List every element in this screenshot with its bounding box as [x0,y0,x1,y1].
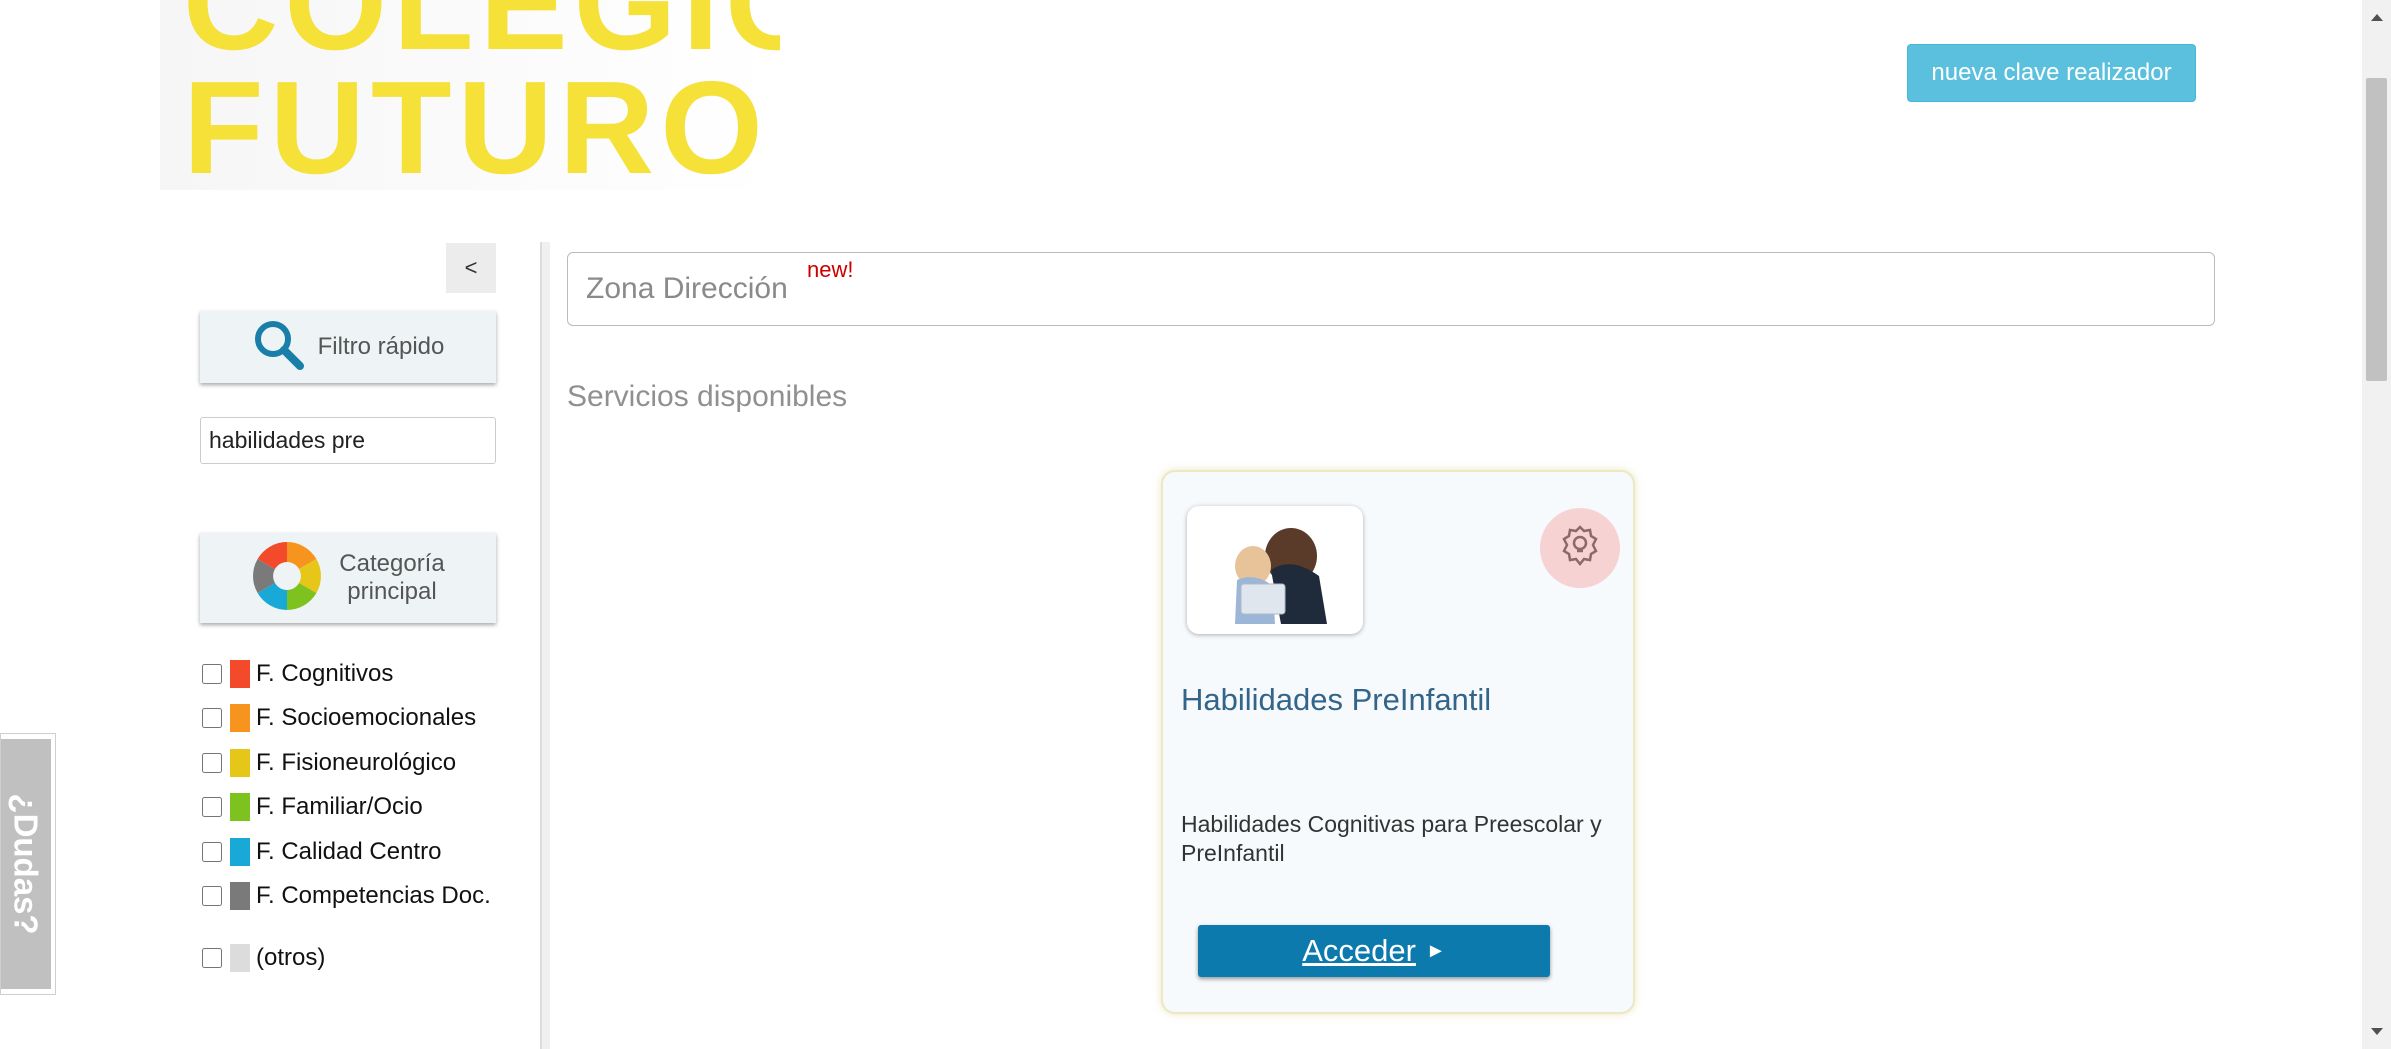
quick-filter-button[interactable]: Filtro rápido [200,311,496,383]
category-item-otros[interactable]: (otros) [200,944,325,972]
color-swatch [230,882,250,910]
color-swatch [230,749,250,777]
main-category-button[interactable]: Categoría principal [200,533,496,623]
category-checkbox[interactable] [202,797,222,817]
school-logo: COLEGIO FUTURO [160,0,780,190]
quick-filter-label: Filtro rápido [317,333,445,360]
main-category-label: Categoría principal [339,550,445,605]
access-button[interactable]: Acceder ► [1198,925,1550,977]
color-swatch [230,838,250,866]
category-wheel-icon [251,540,323,617]
category-item-fisioneurologico[interactable]: F. Fisioneurológico [200,749,456,777]
category-item-familiar-ocio[interactable]: F. Familiar/Ocio [200,793,423,821]
category-checkbox[interactable] [202,708,222,728]
sidebar-divider [540,242,550,1049]
collapse-sidebar-button[interactable]: < [446,243,496,293]
service-thumbnail [1187,506,1363,634]
category-checkbox[interactable] [202,948,222,968]
help-tab-inner: ¿Dudas? [1,739,51,989]
category-checkbox[interactable] [202,753,222,773]
lightbulb-gear-icon [1556,522,1604,575]
service-description: Habilidades Cognitivas para Preescolar y… [1181,811,1602,866]
service-title[interactable]: Habilidades PreInfantil [1181,682,1491,718]
help-tab[interactable]: ¿Dudas? [0,733,56,995]
search-input[interactable] [200,417,496,464]
access-button-label: Acceder [1302,933,1416,968]
color-swatch [230,793,250,821]
section-title: Servicios disponibles [567,380,848,413]
logo-text-line2: FUTURO [183,54,769,191]
new-badge: new! [807,257,854,282]
color-swatch [230,704,250,732]
search-icon [252,318,306,377]
help-tab-label: ¿Dudas? [8,793,46,935]
category-checkbox[interactable] [202,842,222,862]
vertical-scrollbar[interactable] [2362,0,2391,1049]
service-badge [1540,508,1620,588]
service-card: Habilidades PreInfantil Habilidades Cogn… [1161,470,1635,1014]
play-arrow-icon: ► [1425,939,1446,962]
color-swatch [230,660,250,688]
category-item-calidad-centro[interactable]: F. Calidad Centro [200,838,441,866]
category-item-socioemocionales[interactable]: F. Socioemocionales [200,704,476,732]
zona-direccion-panel[interactable]: Zona Dirección new! [567,252,2215,326]
scroll-up-arrow-icon[interactable] [2371,14,2383,21]
color-swatch [230,944,250,972]
category-checkbox[interactable] [202,664,222,684]
scrollbar-thumb[interactable] [2366,78,2387,381]
category-item-competencias-doc[interactable]: F. Competencias Doc. [200,882,491,910]
category-checkbox[interactable] [202,886,222,906]
new-password-button[interactable]: nueva clave realizador [1907,44,2196,102]
scroll-down-arrow-icon[interactable] [2371,1028,2383,1035]
category-item-cognitivos[interactable]: F. Cognitivos [200,660,393,688]
zona-direccion-title: Zona Dirección [586,272,788,305]
